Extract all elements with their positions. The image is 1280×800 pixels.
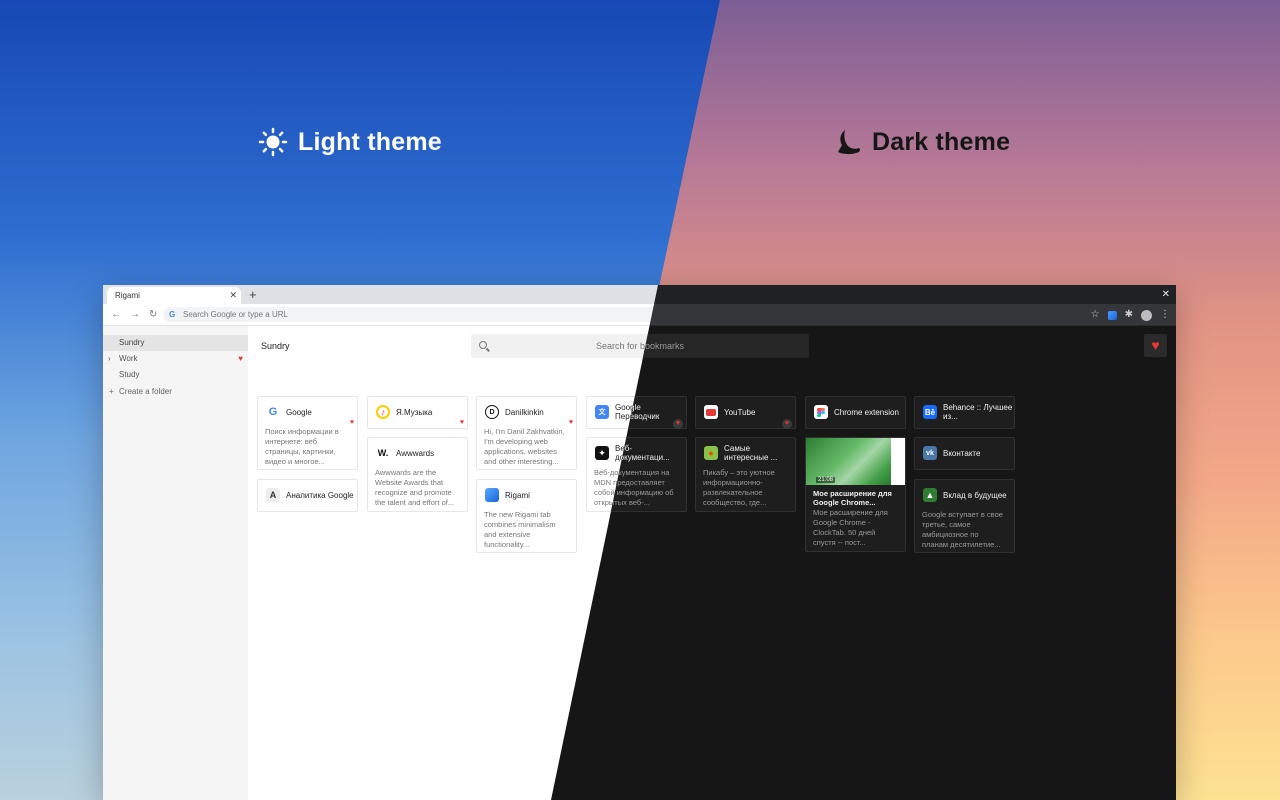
rigami-icon — [485, 488, 499, 502]
figma-icon — [814, 405, 828, 419]
heart-icon[interactable]: ♥ — [460, 419, 464, 426]
thumbnail-time: 21:08 — [816, 477, 836, 483]
create-folder-label: Create a folder — [119, 387, 172, 396]
bookmark-title: Аналитика Google — [286, 490, 354, 500]
heart-icon[interactable]: ♥ — [350, 419, 354, 426]
google-translate-icon: 文 — [595, 405, 609, 419]
behance-icon: Bē — [923, 405, 937, 419]
bookmark-card-clocktab[interactable]: 21:08 Мое расширение для Google Chrome..… — [805, 437, 906, 552]
star-icon[interactable]: ☆ — [1091, 307, 1100, 323]
rigami-extension-icon[interactable] — [1107, 310, 1117, 320]
bookmark-title: Danilkinkin — [505, 407, 544, 417]
bookmark-description: The new Rigami tab combines minimalism a… — [484, 510, 556, 549]
bookmark-title: Самые интересные ... — [724, 444, 778, 462]
bookmark-description: Пикабу – это уютное информационно-развле… — [703, 468, 775, 507]
plus-icon: + — [109, 387, 114, 396]
bookmark-card-yamusic[interactable]: ♪ Я.Музыка ♥ — [367, 396, 468, 429]
bookmark-card-rigami[interactable]: Rigami The new Rigami tab combines minim… — [476, 479, 577, 553]
awwwards-icon: W. — [376, 446, 390, 460]
bookmark-description: Мое расширение для Google Chrome - Clock… — [813, 508, 888, 547]
light-theme-label: Light theme — [298, 127, 442, 156]
bookmark-title: Мое расширение для Google Chrome... — [813, 489, 892, 507]
google-icon: G — [266, 405, 280, 419]
bookmark-title: Behance :: Лучшее из... — [943, 403, 1013, 421]
bookmark-title: Awwwards — [396, 448, 435, 458]
sidebar-item-study[interactable]: Study — [103, 367, 248, 383]
youtube-icon — [704, 405, 718, 419]
danilkinkin-icon: D — [485, 405, 499, 419]
favorites-button[interactable]: ♥ — [1144, 334, 1167, 357]
bookmark-card-vk[interactable]: vk Вконтакте — [914, 437, 1015, 470]
sidebar-item-sundry[interactable]: Sundry — [103, 335, 248, 351]
sidebar-item-label: Sundry — [119, 338, 145, 347]
dark-theme-heading: Dark theme — [836, 124, 1010, 160]
bookmark-card-pikabu[interactable]: ● Самые интересные ... Пикабу – это уютн… — [695, 437, 796, 512]
sber-icon: ▲ — [923, 488, 937, 502]
bookmark-title: Вклад в будущее — [943, 490, 1007, 500]
bookmark-card-awwwards[interactable]: W. Awwwards Awwwards are the Website Awa… — [367, 437, 468, 512]
bookmark-description: Awwwards are the Website Awards that rec… — [375, 468, 455, 507]
moon-icon — [838, 130, 860, 155]
bookmark-title: YouTube — [724, 407, 756, 417]
search-icon — [479, 341, 487, 349]
dark-theme-label: Dark theme — [872, 127, 1011, 156]
chevron-right-icon[interactable]: › — [108, 351, 111, 367]
browser-tab[interactable]: Rigami ✕ — [107, 287, 241, 304]
bookmark-description: Google вступает в свое третье, самое амб… — [922, 510, 1003, 549]
omnibox[interactable]: G Search Google or type a URL — [163, 307, 723, 322]
mdn-icon: ✦ — [595, 446, 609, 460]
bookmark-card-sber[interactable]: ▲ Вклад в будущее Google вступает в свое… — [914, 479, 1015, 553]
bookmark-card-google[interactable]: G Google Поиск информации в интернете: в… — [257, 396, 358, 470]
close-window-icon[interactable]: ✕ — [1162, 286, 1170, 303]
heart-icon[interactable]: ♥ — [569, 419, 573, 426]
bookmark-card-behance[interactable]: Bē Behance :: Лучшее из... — [914, 396, 1015, 429]
bookmark-card-chrome-extension[interactable]: Chrome extension — [805, 396, 906, 429]
bookmark-thumbnail: 21:08 — [806, 438, 905, 485]
bookmark-title: Chrome extension — [834, 407, 899, 417]
sidebar-item-label: Work — [119, 354, 138, 363]
bookmark-title: Rigami — [505, 490, 530, 500]
sidebar: Sundry › Work ♥ Study + Create a folder — [103, 326, 248, 800]
light-theme-heading: Light theme — [258, 124, 442, 160]
back-icon[interactable]: ← — [111, 307, 121, 323]
avatar[interactable] — [1141, 309, 1152, 321]
heart-icon: ♥ — [1151, 337, 1160, 353]
yandex-music-icon: ♪ — [376, 405, 390, 419]
bookmark-description: Поиск информации в интернете: веб страни… — [265, 427, 339, 466]
folder-title: Sundry — [261, 341, 290, 351]
reload-icon[interactable]: ↻ — [149, 307, 157, 323]
bookmark-description: Hi, I'm Danil Zakhvatkin, I'm developing… — [484, 427, 565, 466]
bookmark-title: Я.Музыка — [396, 407, 433, 417]
new-tab-icon[interactable]: + — [249, 286, 257, 303]
sun-icon — [258, 127, 288, 157]
bookmark-title: Google — [286, 407, 312, 417]
omnibox-placeholder: Search Google or type a URL — [183, 310, 288, 319]
menu-icon[interactable]: ⋮ — [1160, 307, 1170, 323]
heart-icon[interactable]: ♥ — [673, 419, 683, 429]
forward-icon[interactable]: → — [130, 307, 140, 323]
bookmark-card-analytics[interactable]: A Аналитика Google — [257, 479, 358, 512]
sidebar-item-label: Study — [119, 370, 140, 379]
browser-window: Rigami ✕ + ← → ↻ G Search Google or type… — [103, 285, 1176, 800]
heart-icon[interactable]: ♥ — [782, 419, 792, 429]
google-icon: G — [169, 310, 176, 319]
heart-icon: ♥ — [238, 354, 243, 363]
bookmark-title: Веб-документаци... — [615, 444, 670, 462]
letter-a-icon: A — [266, 488, 280, 502]
sidebar-item-work[interactable]: › Work ♥ — [103, 351, 248, 367]
vk-icon: vk — [923, 446, 937, 460]
bookmark-title: Вконтакте — [943, 448, 981, 458]
pikabu-icon: ● — [704, 446, 718, 460]
close-tab-icon[interactable]: ✕ — [229, 287, 237, 304]
puzzle-icon[interactable]: ✱ — [1125, 307, 1133, 323]
bookmark-card-danilkinkin[interactable]: D Danilkinkin Hi, I'm Danil Zakhvatkin, … — [476, 396, 577, 470]
tab-title: Rigami — [115, 291, 140, 300]
bookmark-card-youtube[interactable]: YouTube ♥ — [695, 396, 796, 429]
create-folder-button[interactable]: + Create a folder — [103, 384, 248, 400]
